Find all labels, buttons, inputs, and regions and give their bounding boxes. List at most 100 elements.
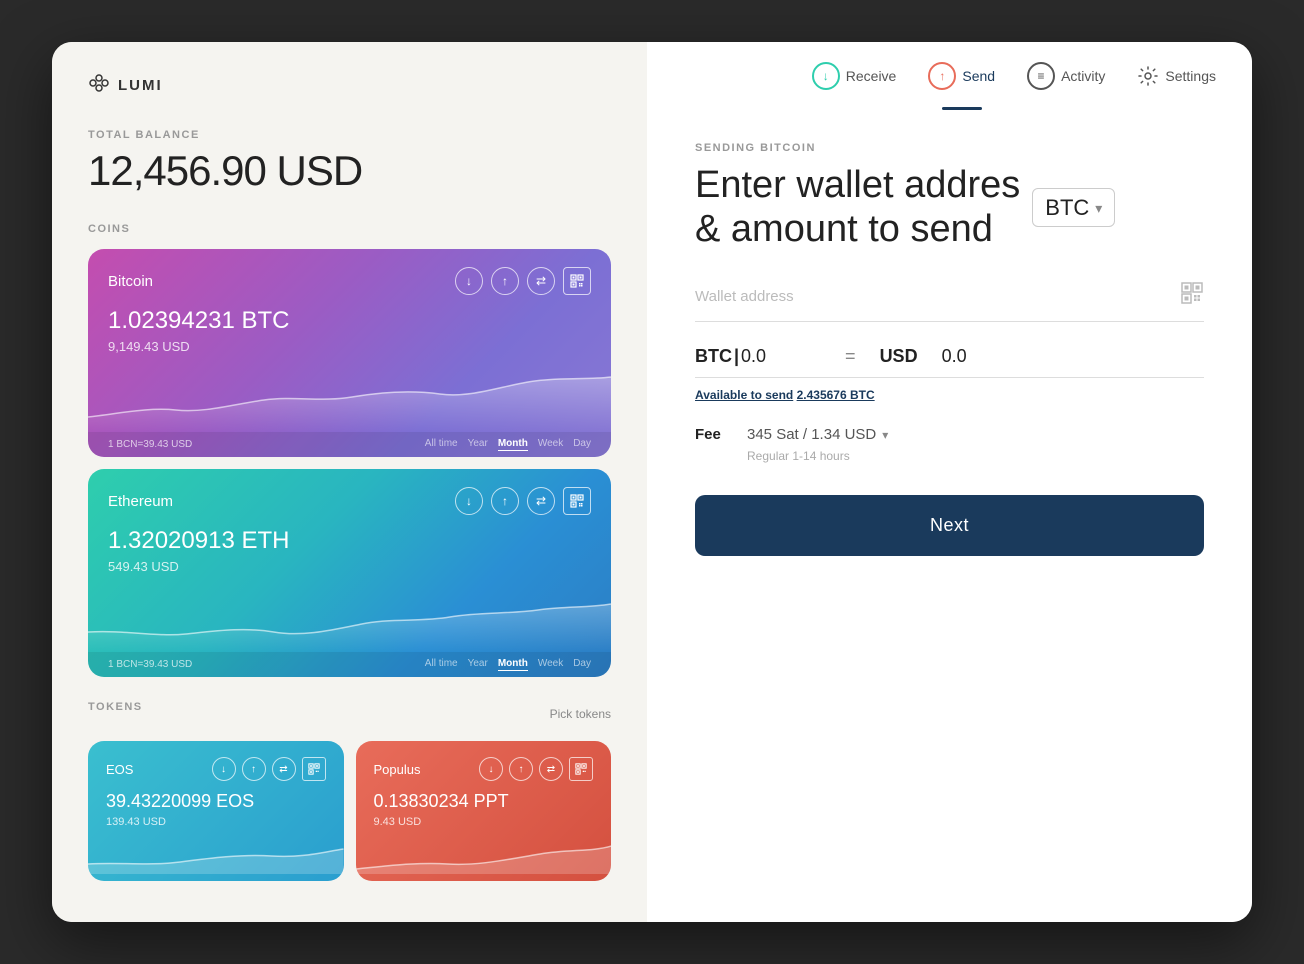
eos-exchange-btn[interactable]: ⇄ — [272, 757, 296, 781]
ethereum-rate: 1 BCN=39.43 USD — [108, 659, 192, 670]
next-button[interactable]: Next — [695, 495, 1204, 556]
eos-token-card: EOS ↓ ↑ ⇄ — [88, 741, 344, 881]
bitcoin-time-filters: All time Year Month Week Day — [425, 438, 591, 451]
fee-note: Regular 1-14 hours — [747, 449, 1204, 463]
bitcoin-filter-week[interactable]: Week — [538, 438, 563, 451]
wallet-address-input[interactable] — [695, 288, 1168, 305]
send-title-text: Enter wallet addres& amount to send — [695, 164, 1020, 251]
bitcoin-filter-year[interactable]: Year — [468, 438, 488, 451]
bitcoin-usd: 9,149.43 USD — [108, 339, 591, 354]
nav-activity[interactable]: ≡ Activity — [1027, 62, 1105, 90]
nav-settings[interactable]: Settings — [1137, 65, 1216, 87]
fee-label: Fee — [695, 426, 735, 443]
populus-token-name: Populus — [374, 762, 421, 777]
ethereum-qr-btn[interactable] — [563, 487, 591, 515]
bitcoin-amount: 1.02394231 BTC — [108, 307, 591, 335]
eos-token-name: EOS — [106, 762, 133, 777]
ethereum-time-filters: All time Year Month Week Day — [425, 658, 591, 671]
ethereum-card-header: Ethereum ↓ ↑ ⇄ — [108, 487, 591, 515]
total-balance-label: TOTAL BALANCE — [88, 129, 611, 141]
equals-sign: = — [845, 346, 856, 367]
send-icon: ↑ — [928, 62, 956, 90]
ethereum-filter-month[interactable]: Month — [498, 658, 528, 671]
eos-chart — [88, 834, 344, 874]
eos-token-header: EOS ↓ ↑ ⇄ — [106, 757, 326, 781]
fee-row: Fee 345 Sat / 1.34 USD ▾ — [695, 426, 1204, 443]
bitcoin-card: Bitcoin ↓ ↑ ⇄ — [88, 249, 611, 457]
ethereum-actions: ↓ ↑ ⇄ — [455, 487, 591, 515]
btc-label: BTC — [695, 346, 732, 367]
bitcoin-receive-btn[interactable]: ↓ — [455, 267, 483, 295]
ethereum-receive-btn[interactable]: ↓ — [455, 487, 483, 515]
bitcoin-card-header: Bitcoin ↓ ↑ ⇄ — [108, 267, 591, 295]
populus-qr-btn[interactable] — [569, 757, 593, 781]
eos-qr-btn[interactable] — [302, 757, 326, 781]
ethereum-send-btn[interactable]: ↑ — [491, 487, 519, 515]
currency-select[interactable]: BTC ▾ — [1032, 188, 1115, 227]
fee-value-text: 345 Sat / 1.34 USD — [747, 426, 876, 443]
bitcoin-name: Bitcoin — [108, 273, 153, 290]
right-panel: ↓ Receive ↑ Send ≡ Activity Settings SEN… — [647, 42, 1252, 922]
usd-label: USD — [880, 346, 918, 367]
receive-icon: ↓ — [812, 62, 840, 90]
activity-label: Activity — [1061, 68, 1105, 84]
bitcoin-qr-btn[interactable] — [563, 267, 591, 295]
ethereum-amount: 1.32020913 ETH — [108, 527, 591, 555]
pick-tokens-btn[interactable]: Pick tokens — [550, 707, 611, 721]
bitcoin-rate: 1 BCN=39.43 USD — [108, 439, 192, 450]
bitcoin-chart — [88, 362, 611, 432]
fee-value-select[interactable]: 345 Sat / 1.34 USD ▾ — [747, 426, 888, 443]
ethereum-filter-week[interactable]: Week — [538, 658, 563, 671]
populus-token-header: Populus ↓ ↑ ⇄ — [374, 757, 594, 781]
eos-send-btn[interactable]: ↑ — [242, 757, 266, 781]
activity-icon: ≡ — [1027, 62, 1055, 90]
tokens-label: TOKENS — [88, 701, 143, 713]
ethereum-footer: 1 BCN=39.43 USD All time Year Month Week… — [88, 652, 611, 677]
ethereum-card: Ethereum ↓ ↑ ⇄ — [88, 469, 611, 677]
bitcoin-footer: 1 BCN=39.43 USD All time Year Month Week… — [88, 432, 611, 457]
btc-input-wrap: BTC | — [695, 346, 821, 367]
send-content: SENDING BITCOIN Enter wallet addres& amo… — [647, 110, 1252, 922]
bitcoin-actions: ↓ ↑ ⇄ — [455, 267, 591, 295]
bitcoin-filter-day[interactable]: Day — [573, 438, 591, 451]
eos-usd: 139.43 USD — [106, 816, 326, 828]
populus-chart — [356, 834, 612, 874]
tokens-header: TOKENS Pick tokens — [88, 701, 611, 727]
coins-section-label: COINS — [88, 223, 611, 235]
btc-cursor: | — [734, 346, 739, 367]
sending-label: SENDING BITCOIN — [695, 142, 1204, 154]
available-amount[interactable]: 2.435676 BTC — [797, 388, 875, 402]
ethereum-chart — [88, 582, 611, 652]
populus-receive-btn[interactable]: ↓ — [479, 757, 503, 781]
bitcoin-exchange-btn[interactable]: ⇄ — [527, 267, 555, 295]
tokens-grid: EOS ↓ ↑ ⇄ — [88, 741, 611, 881]
populus-send-btn[interactable]: ↑ — [509, 757, 533, 781]
populus-exchange-btn[interactable]: ⇄ — [539, 757, 563, 781]
bitcoin-send-btn[interactable]: ↑ — [491, 267, 519, 295]
ethereum-exchange-btn[interactable]: ⇄ — [527, 487, 555, 515]
logo-text: LUMI — [118, 77, 163, 94]
ethereum-filter-year[interactable]: Year — [468, 658, 488, 671]
logo-icon — [88, 74, 110, 97]
eos-token-actions: ↓ ↑ ⇄ — [212, 757, 326, 781]
ethereum-usd: 549.43 USD — [108, 559, 591, 574]
nav-send[interactable]: ↑ Send — [928, 62, 995, 90]
total-balance-amount: 12,456.90 USD — [88, 147, 611, 195]
available-send: Available to send 2.435676 BTC — [695, 388, 1204, 402]
send-title: Enter wallet addres& amount to send BTC … — [695, 164, 1204, 251]
usd-value: 0.0 — [942, 346, 967, 367]
currency-arrow-icon: ▾ — [1095, 200, 1102, 216]
amount-row: BTC | = USD 0.0 — [695, 346, 1204, 378]
send-label: Send — [962, 68, 995, 84]
btc-amount-input[interactable] — [741, 346, 821, 367]
bitcoin-filter-month[interactable]: Month — [498, 438, 528, 451]
wallet-qr-icon[interactable] — [1180, 281, 1204, 311]
currency-value: BTC — [1045, 195, 1089, 220]
app-container: LUMI TOTAL BALANCE 12,456.90 USD COINS B… — [52, 42, 1252, 922]
ethereum-filter-day[interactable]: Day — [573, 658, 591, 671]
ethereum-filter-alltime[interactable]: All time — [425, 658, 458, 671]
nav-receive[interactable]: ↓ Receive — [812, 62, 897, 90]
bitcoin-filter-alltime[interactable]: All time — [425, 438, 458, 451]
receive-label: Receive — [846, 68, 897, 84]
eos-receive-btn[interactable]: ↓ — [212, 757, 236, 781]
